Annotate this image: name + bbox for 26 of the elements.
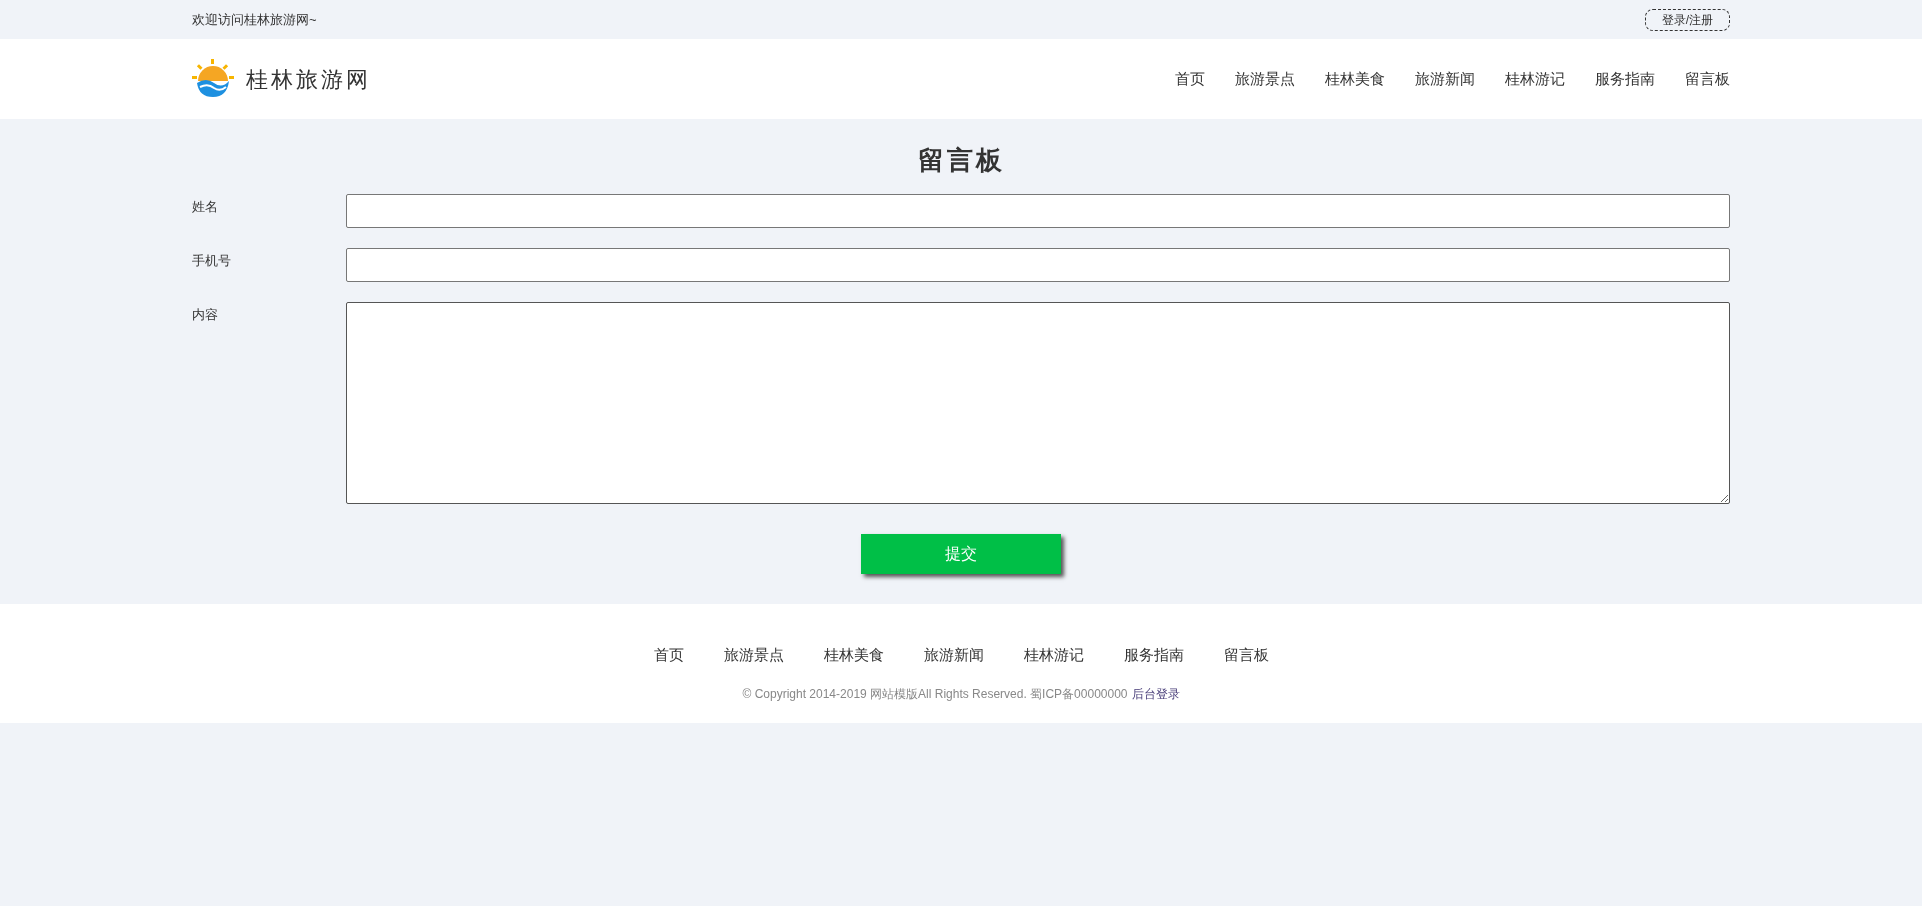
nav-link[interactable]: 旅游景点 (1235, 67, 1295, 91)
site-name: 桂林旅游网 (246, 65, 371, 94)
welcome-text: 欢迎访问桂林旅游网~ (192, 10, 317, 29)
nav-link[interactable]: 桂林游记 (1505, 67, 1565, 91)
nav-link[interactable]: 旅游新闻 (1415, 67, 1475, 91)
admin-login-link[interactable]: 后台登录 (1131, 684, 1180, 703)
footer-nav-link[interactable]: 桂林游记 (1023, 644, 1084, 667)
footer-nav-link[interactable]: 旅游新闻 (923, 644, 984, 667)
copyright-text: © Copyright 2014-2019 网站模版All Rights Reserved. 蜀ICP备00000000 (742, 685, 1128, 703)
nav-link[interactable]: 服务指南 (1595, 67, 1655, 91)
field-label: 姓名 (192, 198, 219, 216)
page-title: 留言板 (916, 144, 1006, 177)
nav-link[interactable]: 桂林美食 (1325, 67, 1385, 91)
footer-nav-link[interactable]: 首页 (653, 644, 684, 667)
sun-wave-logo-icon (192, 59, 234, 99)
input-field[interactable] (346, 194, 1730, 228)
field-label: 内容 (192, 306, 219, 324)
footer-nav-link[interactable]: 服务指南 (1123, 644, 1184, 667)
nav-link[interactable]: 首页 (1175, 67, 1205, 91)
nav-link[interactable]: 留言板 (1685, 67, 1730, 91)
footer-nav-link[interactable]: 旅游景点 (723, 644, 784, 667)
login-register-link[interactable]: 登录/注册 (1644, 8, 1730, 31)
input-field[interactable] (346, 248, 1730, 282)
field-label: 手机号 (192, 252, 232, 270)
footer-nav-link[interactable]: 桂林美食 (823, 644, 884, 667)
footer-nav-link[interactable]: 留言板 (1223, 644, 1269, 667)
